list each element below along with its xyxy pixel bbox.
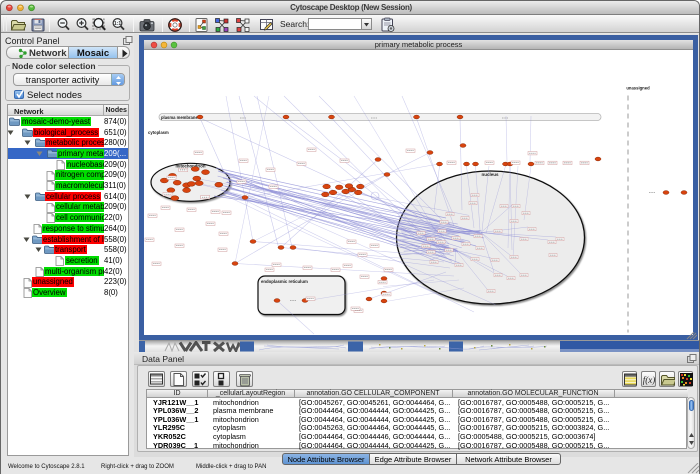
svg-text:f(x): f(x) <box>643 375 656 385</box>
svg-text:unassigned: unassigned <box>626 85 650 90</box>
svg-text:mitochondrion: mitochondrion <box>175 163 205 168</box>
svg-text:plasma membrane: plasma membrane <box>161 115 198 120</box>
svg-text:endoplasmic reticulum: endoplasmic reticulum <box>261 279 308 284</box>
svg-text:cytoplasm: cytoplasm <box>148 130 169 135</box>
svg-text:nucleus: nucleus <box>481 172 499 177</box>
svg-text:1:1: 1:1 <box>114 21 121 27</box>
